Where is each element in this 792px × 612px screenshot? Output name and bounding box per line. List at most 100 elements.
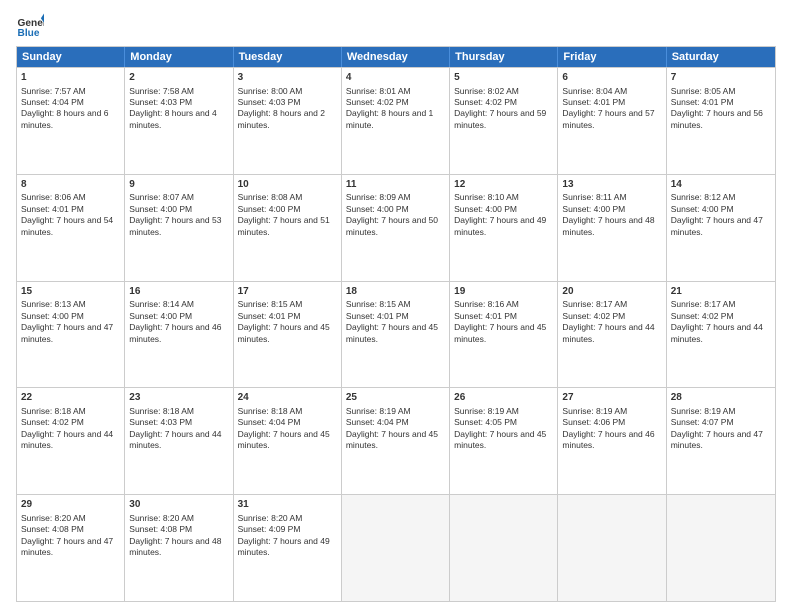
sunset: Sunset: 4:01 PM xyxy=(238,311,301,321)
daylight: Daylight: 8 hours and 4 minutes. xyxy=(129,108,216,129)
calendar-cell: 22Sunrise: 8:18 AMSunset: 4:02 PMDayligh… xyxy=(17,388,125,494)
daylight: Daylight: 7 hours and 56 minutes. xyxy=(671,108,763,129)
day-number: 1 xyxy=(21,71,120,85)
sunrise: Sunrise: 8:04 AM xyxy=(562,86,627,96)
sunset: Sunset: 4:03 PM xyxy=(129,417,192,427)
daylight: Daylight: 7 hours and 49 minutes. xyxy=(238,536,330,557)
day-number: 30 xyxy=(129,498,228,512)
sunrise: Sunrise: 8:02 AM xyxy=(454,86,519,96)
daylight: Daylight: 7 hours and 45 minutes. xyxy=(454,322,546,343)
calendar-week: 1Sunrise: 7:57 AMSunset: 4:04 PMDaylight… xyxy=(17,67,775,174)
calendar-cell: 4Sunrise: 8:01 AMSunset: 4:02 PMDaylight… xyxy=(342,68,450,174)
daylight: Daylight: 7 hours and 47 minutes. xyxy=(671,215,763,236)
sunrise: Sunrise: 8:00 AM xyxy=(238,86,303,96)
sunrise: Sunrise: 8:19 AM xyxy=(562,406,627,416)
daylight: Daylight: 7 hours and 51 minutes. xyxy=(238,215,330,236)
sunset: Sunset: 4:05 PM xyxy=(454,417,517,427)
sunrise: Sunrise: 8:18 AM xyxy=(21,406,86,416)
day-number: 20 xyxy=(562,285,661,299)
sunset: Sunset: 4:07 PM xyxy=(671,417,734,427)
calendar-cell: 26Sunrise: 8:19 AMSunset: 4:05 PMDayligh… xyxy=(450,388,558,494)
sunset: Sunset: 4:03 PM xyxy=(129,97,192,107)
calendar-cell xyxy=(450,495,558,601)
sunset: Sunset: 4:00 PM xyxy=(21,311,84,321)
daylight: Daylight: 8 hours and 2 minutes. xyxy=(238,108,325,129)
sunrise: Sunrise: 8:15 AM xyxy=(238,299,303,309)
weekday-header: Sunday xyxy=(17,47,125,67)
day-number: 19 xyxy=(454,285,553,299)
sunrise: Sunrise: 8:19 AM xyxy=(671,406,736,416)
sunrise: Sunrise: 8:10 AM xyxy=(454,192,519,202)
sunset: Sunset: 4:09 PM xyxy=(238,524,301,534)
day-number: 16 xyxy=(129,285,228,299)
calendar-cell: 5Sunrise: 8:02 AMSunset: 4:02 PMDaylight… xyxy=(450,68,558,174)
sunrise: Sunrise: 8:17 AM xyxy=(562,299,627,309)
sunset: Sunset: 4:01 PM xyxy=(454,311,517,321)
day-number: 7 xyxy=(671,71,771,85)
weekday-header: Monday xyxy=(125,47,233,67)
daylight: Daylight: 7 hours and 45 minutes. xyxy=(346,429,438,450)
calendar-cell: 14Sunrise: 8:12 AMSunset: 4:00 PMDayligh… xyxy=(667,175,775,281)
daylight: Daylight: 7 hours and 47 minutes. xyxy=(21,322,113,343)
day-number: 15 xyxy=(21,285,120,299)
logo-icon: General Blue xyxy=(16,12,44,40)
sunset: Sunset: 4:00 PM xyxy=(346,204,409,214)
day-number: 25 xyxy=(346,391,445,405)
day-number: 4 xyxy=(346,71,445,85)
calendar-cell: 1Sunrise: 7:57 AMSunset: 4:04 PMDaylight… xyxy=(17,68,125,174)
sunset: Sunset: 4:00 PM xyxy=(671,204,734,214)
day-number: 17 xyxy=(238,285,337,299)
day-number: 29 xyxy=(21,498,120,512)
sunset: Sunset: 4:08 PM xyxy=(21,524,84,534)
calendar-cell: 21Sunrise: 8:17 AMSunset: 4:02 PMDayligh… xyxy=(667,282,775,388)
daylight: Daylight: 7 hours and 45 minutes. xyxy=(238,322,330,343)
weekday-header: Saturday xyxy=(667,47,775,67)
daylight: Daylight: 7 hours and 44 minutes. xyxy=(671,322,763,343)
sunrise: Sunrise: 8:17 AM xyxy=(671,299,736,309)
daylight: Daylight: 7 hours and 57 minutes. xyxy=(562,108,654,129)
daylight: Daylight: 7 hours and 44 minutes. xyxy=(562,322,654,343)
daylight: Daylight: 7 hours and 44 minutes. xyxy=(129,429,221,450)
day-number: 9 xyxy=(129,178,228,192)
calendar-cell xyxy=(342,495,450,601)
calendar-week: 15Sunrise: 8:13 AMSunset: 4:00 PMDayligh… xyxy=(17,281,775,388)
daylight: Daylight: 7 hours and 59 minutes. xyxy=(454,108,546,129)
sunrise: Sunrise: 8:20 AM xyxy=(238,513,303,523)
daylight: Daylight: 7 hours and 54 minutes. xyxy=(21,215,113,236)
day-number: 14 xyxy=(671,178,771,192)
day-number: 22 xyxy=(21,391,120,405)
day-number: 12 xyxy=(454,178,553,192)
sunrise: Sunrise: 8:19 AM xyxy=(454,406,519,416)
sunrise: Sunrise: 8:19 AM xyxy=(346,406,411,416)
sunset: Sunset: 4:03 PM xyxy=(238,97,301,107)
day-number: 10 xyxy=(238,178,337,192)
sunrise: Sunrise: 8:13 AM xyxy=(21,299,86,309)
day-number: 31 xyxy=(238,498,337,512)
page-header: General Blue xyxy=(16,12,776,40)
calendar-cell: 2Sunrise: 7:58 AMSunset: 4:03 PMDaylight… xyxy=(125,68,233,174)
day-number: 23 xyxy=(129,391,228,405)
day-number: 3 xyxy=(238,71,337,85)
calendar-cell: 16Sunrise: 8:14 AMSunset: 4:00 PMDayligh… xyxy=(125,282,233,388)
sunset: Sunset: 4:02 PM xyxy=(562,311,625,321)
calendar-cell: 25Sunrise: 8:19 AMSunset: 4:04 PMDayligh… xyxy=(342,388,450,494)
calendar-cell: 10Sunrise: 8:08 AMSunset: 4:00 PMDayligh… xyxy=(234,175,342,281)
sunset: Sunset: 4:00 PM xyxy=(129,311,192,321)
daylight: Daylight: 8 hours and 6 minutes. xyxy=(21,108,108,129)
calendar-cell: 31Sunrise: 8:20 AMSunset: 4:09 PM Dayligh… xyxy=(234,495,342,601)
calendar-cell: 20Sunrise: 8:17 AM Sunset: 4:02 PMDayligh… xyxy=(558,282,666,388)
sunset: Sunset: 4:00 PM xyxy=(238,204,301,214)
daylight: Daylight: 8 hours and 1 minute. xyxy=(346,108,433,129)
day-number: 13 xyxy=(562,178,661,192)
day-number: 6 xyxy=(562,71,661,85)
calendar-cell: 18Sunrise: 8:15 AMSunset: 4:01 PMDayligh… xyxy=(342,282,450,388)
calendar-cell: 17Sunrise: 8:15 AM Sunset: 4:01 PMDayligh… xyxy=(234,282,342,388)
calendar-cell: 13Sunrise: 8:11 AMSunset: 4:00 PMDayligh… xyxy=(558,175,666,281)
day-number: 11 xyxy=(346,178,445,192)
sunrise: Sunrise: 8:14 AM xyxy=(129,299,194,309)
sunrise: Sunrise: 8:18 AM xyxy=(238,406,303,416)
calendar-cell: 27Sunrise: 8:19 AMSunset: 4:06 PMDayligh… xyxy=(558,388,666,494)
day-number: 5 xyxy=(454,71,553,85)
calendar-header: SundayMondayTuesdayWednesdayThursdayFrid… xyxy=(17,47,775,67)
weekday-header: Wednesday xyxy=(342,47,450,67)
